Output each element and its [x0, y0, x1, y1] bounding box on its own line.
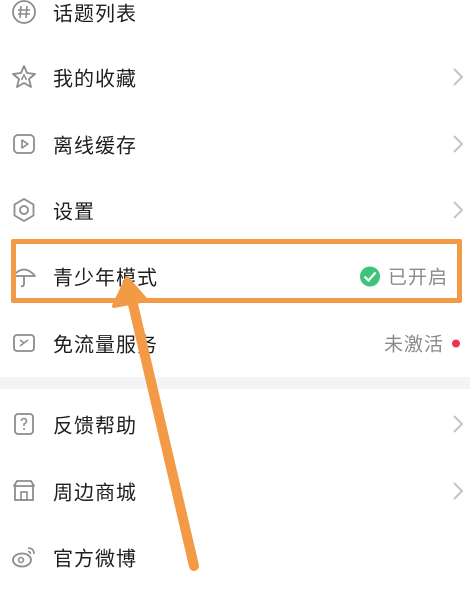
chevron-right-icon	[452, 67, 464, 87]
menu-item-settings[interactable]: 设置	[0, 177, 470, 243]
menu-item-merch-store[interactable]: 周边商城	[0, 458, 470, 524]
menu-item-my-favorites[interactable]: 我的收藏	[0, 44, 470, 110]
menu-item-offline-cache[interactable]: 离线缓存	[0, 111, 470, 177]
help-icon	[9, 409, 39, 439]
chevron-right-icon	[452, 134, 464, 154]
chevron-right-icon	[452, 200, 464, 220]
chevron-right-icon	[452, 414, 464, 434]
menu-label: 官方微博	[53, 546, 137, 571]
download-video-icon	[9, 129, 39, 159]
section-divider	[0, 377, 470, 389]
menu-label: 离线缓存	[53, 133, 137, 158]
data-card-icon	[9, 328, 39, 358]
check-circle-icon	[359, 266, 380, 286]
notification-dot	[452, 339, 460, 347]
menu-item-free-data[interactable]: 免流量服务 未激活	[0, 310, 470, 376]
menu-label: 青少年模式	[53, 265, 158, 290]
hashtag-icon	[9, 0, 39, 27]
star-icon	[9, 62, 39, 92]
menu-item-teen-mode[interactable]: 青少年模式 已开启	[0, 243, 470, 309]
status-text: 已开启	[387, 266, 448, 289]
store-icon	[9, 476, 39, 506]
settings-menu-page: 话题列表 我的收藏 离线缓存 设置 青少年模式 已开启 免流量服务 未激活 反馈…	[0, 0, 470, 606]
menu-label: 我的收藏	[53, 66, 137, 91]
gear-icon	[9, 195, 39, 225]
chevron-right-icon	[452, 481, 464, 501]
menu-label: 免流量服务	[53, 332, 158, 357]
menu-item-topic-list[interactable]: 话题列表	[0, 0, 470, 45]
teen-mode-status: 已开启	[359, 263, 448, 290]
menu-label: 反馈帮助	[53, 413, 137, 438]
weibo-icon	[9, 542, 39, 572]
free-data-status: 未激活	[384, 330, 460, 357]
menu-label: 周边商城	[53, 480, 137, 505]
menu-label: 话题列表	[53, 1, 137, 26]
status-text: 未激活	[383, 333, 444, 356]
menu-item-official-weibo[interactable]: 官方微博	[0, 524, 470, 590]
umbrella-icon	[9, 261, 39, 291]
menu-item-feedback[interactable]: 反馈帮助	[0, 391, 470, 457]
menu-label: 设置	[53, 199, 95, 224]
